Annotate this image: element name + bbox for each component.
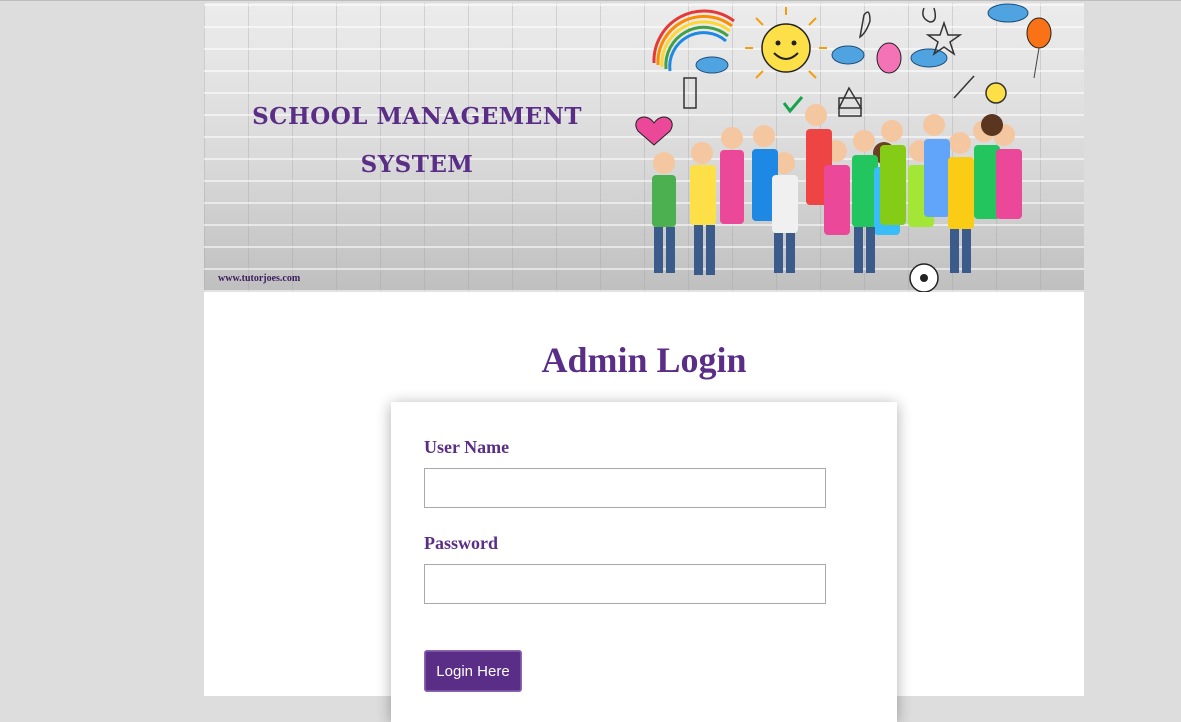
cloud-doodles	[695, 3, 1029, 74]
username-label: User Name	[424, 437, 510, 457]
soccer-ball-doodle	[909, 263, 939, 292]
banner-website: www.tutorjoes.com	[218, 273, 301, 284]
sun-doodle	[745, 7, 827, 79]
balloon-doodles	[876, 17, 1052, 79]
password-input[interactable]	[424, 564, 826, 604]
children-group	[652, 104, 1022, 292]
banner-title: SCHOOL MANAGEMENT SYSTEM	[252, 103, 582, 178]
banner-illustration	[635, 3, 1052, 292]
login-form: User Name Password Login Here	[391, 402, 897, 722]
username-input[interactable]	[424, 468, 826, 508]
heart-doodle	[635, 116, 673, 146]
page-container: SCHOOL MANAGEMENT SYSTEM www.tutorjoes.c…	[204, 3, 1084, 722]
header-banner: SCHOOL MANAGEMENT SYSTEM www.tutorjoes.c…	[204, 3, 1084, 292]
password-label: Password	[424, 533, 499, 553]
page-title: Admin Login	[541, 340, 747, 380]
window-top-border	[0, 0, 1181, 1]
login-button[interactable]: Login Here	[424, 650, 522, 692]
